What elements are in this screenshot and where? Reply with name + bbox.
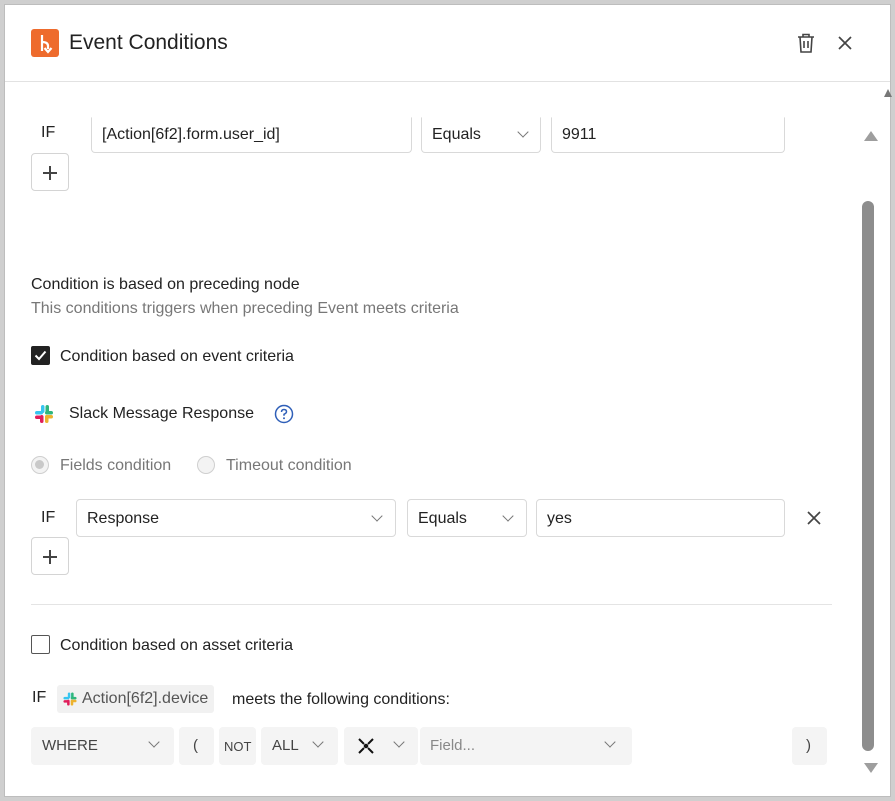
- dialog-title: Event Conditions: [69, 31, 228, 54]
- add-condition-button[interactable]: [31, 153, 69, 191]
- value-input[interactable]: yes: [536, 499, 785, 537]
- fields-condition-radio[interactable]: [31, 456, 49, 474]
- section-description: This conditions triggers when preceding …: [31, 300, 459, 317]
- fields-condition-label: Fields condition: [60, 457, 172, 474]
- operator-select[interactable]: Equals: [407, 499, 527, 537]
- asset-criteria-checkbox[interactable]: [31, 635, 50, 654]
- asset-criteria-label: Condition based on asset criteria: [60, 637, 294, 654]
- field-input[interactable]: [Action[6f2].form.user_id]: [91, 117, 412, 153]
- timeout-condition-label: Timeout condition: [226, 457, 352, 474]
- if-label: IF: [32, 689, 47, 706]
- help-circle-icon[interactable]: [274, 404, 294, 424]
- field-select[interactable]: Response: [76, 499, 396, 537]
- if-label: IF: [41, 509, 56, 526]
- operator-icon-select[interactable]: [344, 727, 418, 765]
- event-criteria-label: Condition based on event criteria: [60, 348, 294, 365]
- source-name: Slack Message Response: [69, 405, 254, 422]
- dialog-header: Event Conditions: [5, 5, 890, 82]
- quantifier-select[interactable]: ALL: [261, 727, 338, 765]
- chevron-down-icon: [517, 126, 529, 138]
- field-select[interactable]: Field...: [420, 727, 632, 765]
- not-toggle[interactable]: NOT: [219, 727, 256, 765]
- close-icon[interactable]: [833, 31, 857, 55]
- if-label: IF: [41, 124, 56, 141]
- chevron-down-icon: [148, 736, 160, 748]
- close-paren-button[interactable]: ): [792, 727, 827, 765]
- slack-icon: [62, 691, 78, 707]
- chevron-down-icon: [371, 510, 383, 522]
- chevron-down-icon: [393, 736, 405, 748]
- not-equal-operator-icon: [356, 736, 376, 756]
- open-paren-button[interactable]: (: [179, 727, 214, 765]
- value-input[interactable]: 9911: [551, 117, 785, 153]
- event-conditions-dialog: Event Conditions IF [Action[6f2].form.us…: [4, 4, 892, 797]
- add-condition-button[interactable]: [31, 537, 69, 575]
- scroll-up-icon[interactable]: [864, 131, 878, 141]
- scroll-down-icon[interactable]: [864, 763, 878, 773]
- remove-condition-icon[interactable]: [804, 508, 824, 528]
- outer-scroll-up-icon[interactable]: [884, 89, 892, 97]
- asset-chip[interactable]: Action[6f2].device: [57, 685, 215, 713]
- chevron-down-icon: [502, 510, 514, 522]
- timeout-condition-radio[interactable]: [197, 456, 215, 474]
- event-criteria-checkbox[interactable]: [31, 346, 50, 365]
- chevron-down-icon: [312, 736, 324, 748]
- scrollbar[interactable]: [859, 121, 881, 777]
- branch-icon: [31, 29, 59, 57]
- scroll-thumb[interactable]: [862, 201, 874, 751]
- trash-icon[interactable]: [794, 31, 818, 55]
- section-heading: Condition is based on preceding node: [31, 276, 300, 293]
- chevron-down-icon: [604, 736, 616, 748]
- asset-query-suffix: meets the following conditions:: [232, 691, 450, 708]
- section-divider: [31, 604, 832, 605]
- asset-chip-label: Action[6f2].device: [82, 690, 209, 707]
- operator-select[interactable]: Equals: [421, 117, 541, 153]
- where-select[interactable]: WHERE: [31, 727, 174, 765]
- slack-icon: [33, 403, 55, 425]
